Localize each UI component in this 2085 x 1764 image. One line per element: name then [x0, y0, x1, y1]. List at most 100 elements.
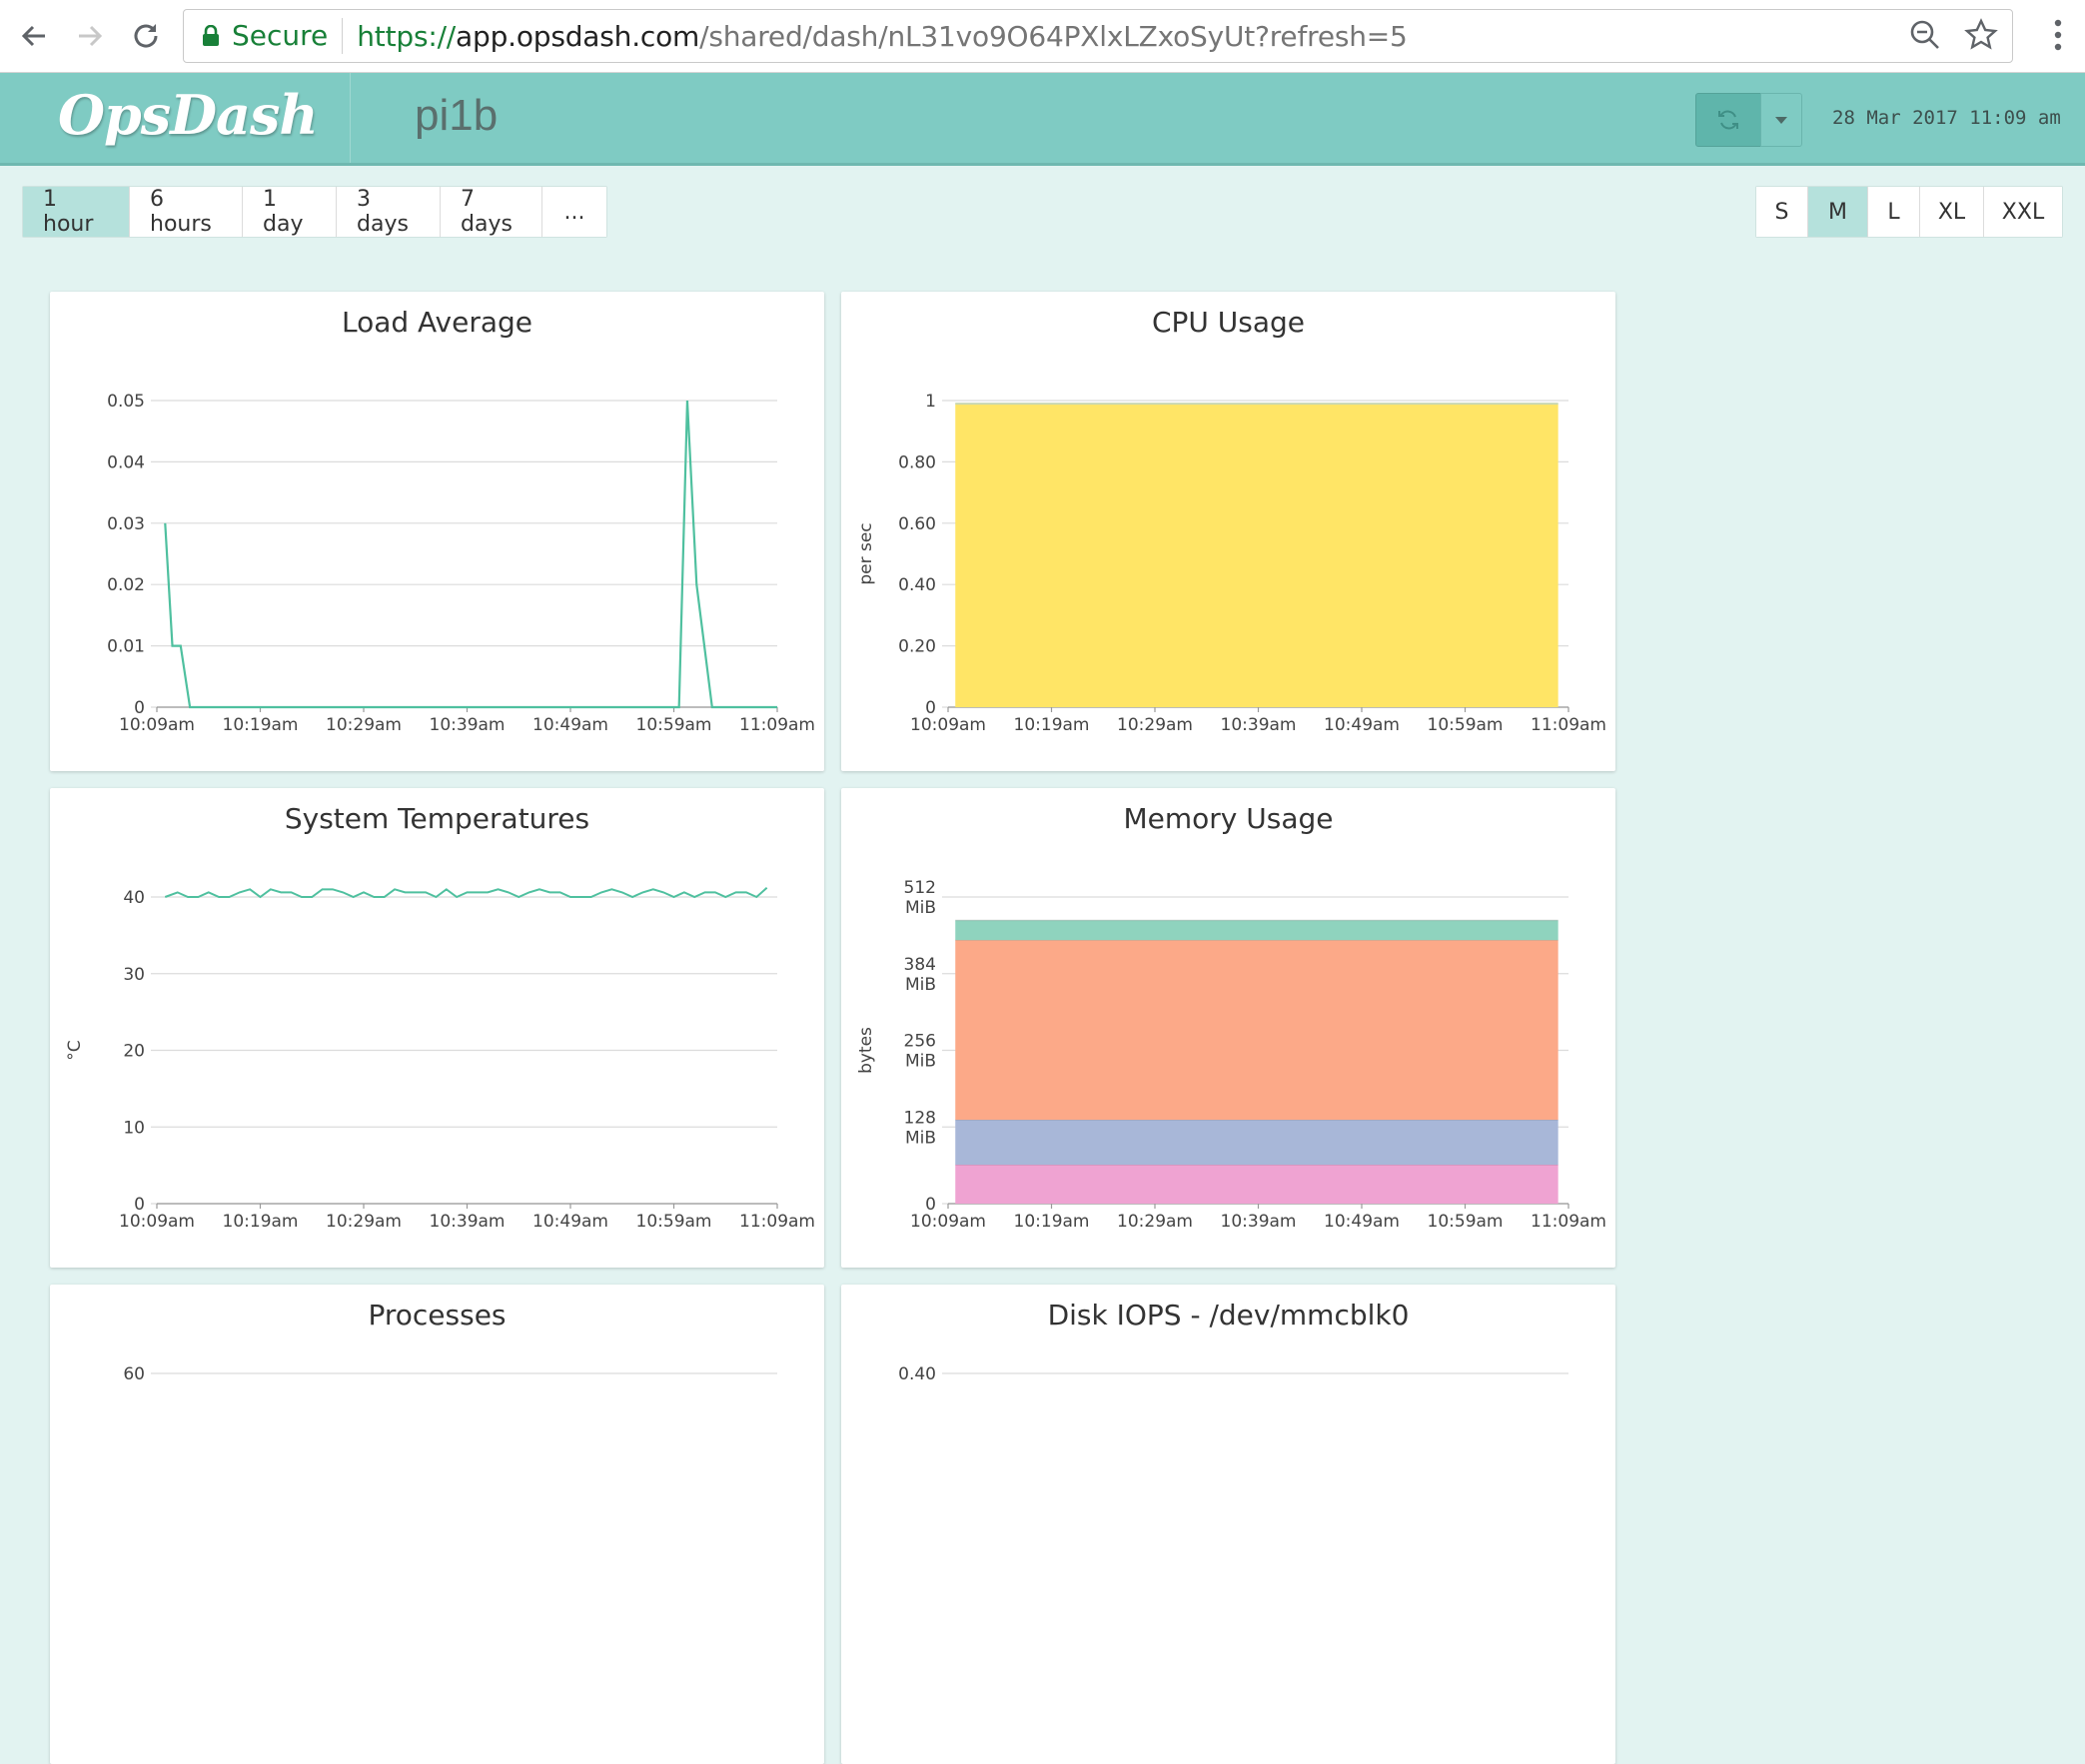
size-xl[interactable]: XL — [1920, 187, 1984, 237]
x-tick-label: 10:39am — [1221, 715, 1297, 735]
panel-disk-iops: Disk IOPS - /dev/mmcblk0 0.40 — [841, 1285, 1615, 1764]
y-tick-label: 0.05 — [107, 392, 145, 412]
panel-size-selector: S M L XL XXL — [1755, 186, 2063, 238]
y-tick-label: 1 — [925, 392, 936, 412]
time-range-selector: 1 hour 6 hours 1 day 3 days 7 days ... — [22, 186, 607, 238]
back-button[interactable] — [12, 14, 56, 58]
x-tick-label: 10:09am — [119, 715, 195, 735]
more-vertical-icon — [2054, 19, 2062, 51]
x-tick-label: 10:09am — [119, 1212, 195, 1232]
y-tick-label: 0.02 — [107, 575, 145, 595]
range-7-days[interactable]: 7 days — [441, 187, 542, 237]
y-tick-label: 0.03 — [107, 514, 145, 534]
x-tick-label: 10:39am — [430, 1212, 506, 1232]
y-axis-title: bytes — [856, 1027, 876, 1074]
y-tick-label: 128 MiB — [904, 1108, 936, 1148]
y-tick-label: 60 — [123, 1364, 145, 1382]
y-tick-label: 10 — [123, 1118, 145, 1138]
x-tick-label: 10:49am — [1324, 715, 1400, 735]
zoom-icon[interactable] — [1908, 18, 1942, 52]
y-axis-title: °C — [65, 1040, 85, 1060]
x-tick-label: 10:29am — [1117, 715, 1193, 735]
x-tick-label: 10:39am — [1221, 1212, 1297, 1232]
y-tick-line: MiB — [905, 975, 936, 995]
disk-iops-chart: 0.40 — [898, 1364, 1568, 1382]
secure-label: Secure — [232, 18, 344, 54]
y-tick-label: 40 — [123, 888, 145, 908]
caret-down-icon — [1775, 117, 1787, 124]
dashboard-name: pi1b — [415, 91, 499, 140]
y-tick-label: 384 MiB — [904, 955, 936, 995]
opsdash-logo[interactable]: OpsDash — [58, 83, 319, 147]
y-tick-line: MiB — [905, 898, 936, 918]
memory-usage-chart: 0128 MiB256 MiB384 MiB512 MiB10:09am 10:19am 1… — [856, 878, 1606, 1232]
reload-icon — [134, 24, 158, 48]
reload-button[interactable] — [124, 14, 168, 58]
x-tick-label: 10:49am — [532, 715, 608, 735]
temperature-series-line — [164, 887, 768, 899]
x-tick-label: 10:19am — [1014, 1212, 1090, 1232]
range-1-day[interactable]: 1 day — [243, 187, 337, 237]
size-xxl[interactable]: XXL — [1984, 187, 2062, 237]
x-tick-label: 10:29am — [1117, 1212, 1193, 1232]
x-tick-label: 10:59am — [636, 1212, 712, 1232]
x-tick-label: 10:29am — [326, 715, 402, 735]
cpu-usage-chart: 00.200.400.600.80110:09am 10:19am 10:29am 1… — [856, 392, 1606, 735]
x-tick-label: 10:19am — [223, 1212, 299, 1232]
y-tick-label: 0.60 — [898, 514, 936, 534]
size-l[interactable]: L — [1868, 187, 1920, 237]
y-tick-line: 128 — [904, 1108, 936, 1128]
browser-toolbar: Secure https://app.opsdash.com/shared/da… — [0, 0, 2085, 73]
x-tick-label: 10:19am — [223, 715, 299, 735]
panel-load-average: Load Average 0 0.01 0.02 0.03 0.04 0.05 10:09a… — [50, 292, 824, 771]
refresh-button[interactable] — [1695, 93, 1761, 147]
star-icon[interactable] — [1964, 18, 1998, 52]
url-text[interactable]: https://app.opsdash.com/shared/dash/nL31… — [357, 19, 1408, 53]
y-tick-label: 0.80 — [898, 452, 936, 472]
y-tick-line: 256 — [904, 1032, 936, 1052]
size-s[interactable]: S — [1756, 187, 1808, 237]
x-tick-label: 10:19am — [1014, 715, 1090, 735]
load-average-chart: 00.010.020.030.040.0510:09am 10:19am 10:29… — [107, 392, 815, 735]
lock-icon — [203, 25, 219, 46]
x-tick-label: 10:49am — [532, 1212, 608, 1232]
size-m[interactable]: M — [1808, 187, 1868, 237]
x-tick-label: 11:09am — [739, 1212, 815, 1232]
panel-processes: Processes 60 — [50, 1285, 824, 1764]
y-axis-title: per sec — [856, 522, 876, 584]
header-divider — [350, 73, 351, 163]
y-tick-label: 0.40 — [898, 575, 936, 595]
range-1-hour[interactable]: 1 hour — [23, 187, 130, 237]
range-3-days[interactable]: 3 days — [337, 187, 441, 237]
arrow-right-icon — [79, 25, 103, 47]
range-6-hours[interactable]: 6 hours — [130, 187, 243, 237]
address-bar[interactable]: Secure https://app.opsdash.com/shared/da… — [183, 9, 2013, 63]
x-tick-label: 10:09am — [910, 715, 986, 735]
cpu-area — [955, 404, 1559, 707]
x-tick-label: 10:09am — [910, 1212, 986, 1232]
x-tick-label: 10:39am — [430, 715, 506, 735]
header-timestamp: 28 Mar 2017 11:09 am — [1832, 107, 2061, 129]
url-host: app.opsdash.com — [456, 19, 700, 53]
forward-button[interactable] — [68, 14, 112, 58]
processes-chart: 60 — [123, 1364, 777, 1382]
y-tick-line: MiB — [905, 1052, 936, 1072]
memory-area-band — [955, 920, 1559, 941]
y-tick-label: 256 MiB — [904, 1032, 936, 1072]
panel-system-temperatures: System Temperatures 0 10 20 30 40 10:09am 10:1… — [50, 788, 824, 1268]
load-series-line — [164, 400, 777, 709]
x-tick-label: 11:09am — [739, 715, 815, 735]
x-tick-label: 11:09am — [1531, 715, 1606, 735]
y-tick-label: 0.20 — [898, 637, 936, 657]
y-tick-label: 0.04 — [107, 452, 145, 472]
memory-area-band — [955, 940, 1559, 1121]
refresh-options-dropdown[interactable] — [1760, 93, 1802, 147]
range-more[interactable]: ... — [542, 187, 606, 237]
system-temperatures-chart: 01020304010:09am 10:19am 10:29am 10:39am 10:… — [65, 887, 815, 1232]
refresh-icon — [1718, 110, 1738, 130]
y-tick-line: 384 — [904, 955, 936, 975]
x-tick-label: 11:09am — [1531, 1212, 1606, 1232]
y-tick-label: 512 MiB — [904, 878, 936, 918]
browser-menu-button[interactable] — [2053, 18, 2063, 56]
url-path: /shared/dash/nL31vo9O64PXlxLZxoSyUt?refr… — [699, 19, 1408, 53]
